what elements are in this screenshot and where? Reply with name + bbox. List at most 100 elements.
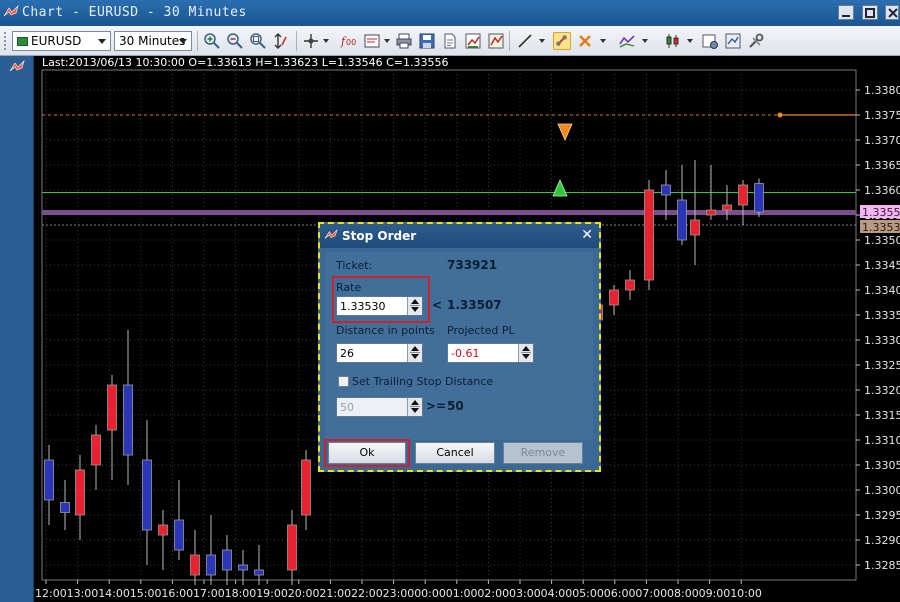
candle-body xyxy=(738,184,748,206)
minimize-icon xyxy=(842,15,850,17)
rate-label: Rate xyxy=(336,281,362,294)
link-tool-icon[interactable] xyxy=(553,32,571,50)
chevron-down-icon[interactable] xyxy=(600,39,606,43)
candle-body xyxy=(287,524,297,571)
chevron-down-icon[interactable] xyxy=(642,39,648,43)
ticket-label: Ticket: xyxy=(336,259,373,272)
chart-image-icon[interactable] xyxy=(487,32,505,50)
time-tick-label: 05:00 xyxy=(572,587,604,600)
distance-input[interactable] xyxy=(337,344,407,362)
candlestick-type-icon[interactable] xyxy=(664,32,682,50)
currency-flag-icon xyxy=(17,37,28,46)
distance-stepper[interactable] xyxy=(336,343,423,363)
candle-body xyxy=(625,279,635,291)
candle-body xyxy=(60,502,70,513)
symbol-select[interactable]: EURUSD xyxy=(12,31,111,51)
auto-scale-icon[interactable] xyxy=(272,32,290,50)
svg-text:00: 00 xyxy=(346,38,356,47)
chart-sidebar xyxy=(0,56,34,602)
spin-up-icon[interactable] xyxy=(411,400,419,405)
draw-line-icon[interactable] xyxy=(516,32,534,50)
print-icon[interactable] xyxy=(395,32,413,50)
maximize-button[interactable] xyxy=(862,5,878,20)
toolbar-grip[interactable] xyxy=(4,32,8,50)
dialog-close-button[interactable]: ✕ xyxy=(581,227,593,243)
candle-body xyxy=(75,469,85,516)
settings-tools-icon[interactable] xyxy=(747,32,765,50)
ohlc-readout: Last:2013/06/13 10:30:00 O=1.33613 H=1.3… xyxy=(42,56,449,69)
ok-button[interactable]: Ok xyxy=(328,442,406,464)
chart-style-icon[interactable] xyxy=(618,32,636,50)
spin-down-icon[interactable] xyxy=(411,408,419,413)
spin-down-icon[interactable] xyxy=(411,307,419,312)
chevron-down-icon[interactable] xyxy=(384,39,390,43)
trailing-distance-stepper[interactable] xyxy=(336,397,423,417)
toolbar-separator xyxy=(509,31,510,51)
spin-down-icon[interactable] xyxy=(411,354,419,359)
spin-down-icon[interactable] xyxy=(522,354,530,359)
time-tick-label: 22:00 xyxy=(351,587,383,600)
close-icon xyxy=(888,8,898,18)
time-tick-label: 09:00 xyxy=(699,587,731,600)
time-tick-label: 14:00 xyxy=(98,587,130,600)
indicator-function-icon[interactable]: f 00 xyxy=(340,32,358,50)
chevron-down-icon[interactable] xyxy=(687,39,693,43)
candle-body xyxy=(754,183,764,213)
candle-body xyxy=(661,184,671,196)
time-tick-label: 21:00 xyxy=(319,587,351,600)
time-tick-label: 08:00 xyxy=(667,587,699,600)
projected-pl-input[interactable] xyxy=(448,344,518,362)
time-tick-label: 01:00 xyxy=(446,587,478,600)
projected-pl-stepper[interactable] xyxy=(447,343,534,363)
candle-body xyxy=(174,519,184,551)
candle-body xyxy=(123,384,133,456)
price-tick-label: 1.32950 xyxy=(864,509,900,522)
indicator-list-icon[interactable] xyxy=(363,32,381,50)
save-icon[interactable] xyxy=(418,32,436,50)
price-tick-label: 1.33750 xyxy=(864,109,900,122)
stop-price-tag-label: 1.33530 xyxy=(862,221,900,234)
zoom-in-icon[interactable] xyxy=(203,32,221,50)
export-chart-icon[interactable] xyxy=(464,32,482,50)
chevron-down-icon[interactable] xyxy=(323,39,329,43)
rate-stepper[interactable] xyxy=(336,296,423,316)
chevron-down-icon xyxy=(179,39,187,44)
spin-up-icon[interactable] xyxy=(522,346,530,351)
window-titlebar: Chart - EURUSD - 30 Minutes xyxy=(0,0,900,26)
remove-button[interactable]: Remove xyxy=(503,442,583,464)
candle-body xyxy=(142,459,152,531)
zoom-fit-icon[interactable] xyxy=(249,32,267,50)
app-logo-icon[interactable] xyxy=(9,60,25,74)
price-tick-label: 1.33250 xyxy=(864,359,900,372)
cancel-button[interactable]: Cancel xyxy=(415,442,495,464)
zoom-out-icon[interactable] xyxy=(226,32,244,50)
trailing-stop-label: Set Trailing Stop Distance xyxy=(352,375,494,388)
spin-up-icon[interactable] xyxy=(411,346,419,351)
chevron-down-icon[interactable] xyxy=(539,39,545,43)
price-tick-label: 1.33200 xyxy=(864,384,900,397)
candle-body xyxy=(301,459,311,516)
price-tick-label: 1.33500 xyxy=(864,234,900,247)
chart-properties-icon[interactable] xyxy=(701,32,719,50)
price-tick-label: 1.33650 xyxy=(864,159,900,172)
chart-template-icon[interactable] xyxy=(724,32,742,50)
trailing-stop-checkbox[interactable] xyxy=(338,376,349,387)
candle-body xyxy=(44,459,54,501)
spin-up-icon[interactable] xyxy=(411,299,419,304)
price-tick-label: 1.33350 xyxy=(864,309,900,322)
trailing-distance-input[interactable] xyxy=(337,398,407,416)
trailing-spin-buttons[interactable] xyxy=(407,398,422,416)
crosshair-icon[interactable] xyxy=(302,32,320,50)
symbol-value: EURUSD xyxy=(31,34,82,48)
timeframe-select[interactable]: 30 Minutes xyxy=(114,31,192,51)
projected-pl-spin-buttons[interactable] xyxy=(518,344,533,362)
distance-spin-buttons[interactable] xyxy=(407,344,422,362)
close-window-button[interactable] xyxy=(885,5,899,20)
document-icon[interactable] xyxy=(441,32,459,50)
toolbar-separator xyxy=(197,31,198,51)
rate-input[interactable] xyxy=(337,297,407,315)
rate-spin-buttons[interactable] xyxy=(407,297,422,315)
time-tick-label: 04:00 xyxy=(541,587,573,600)
delete-objects-icon[interactable] xyxy=(576,32,594,50)
minimize-button[interactable] xyxy=(838,5,854,20)
